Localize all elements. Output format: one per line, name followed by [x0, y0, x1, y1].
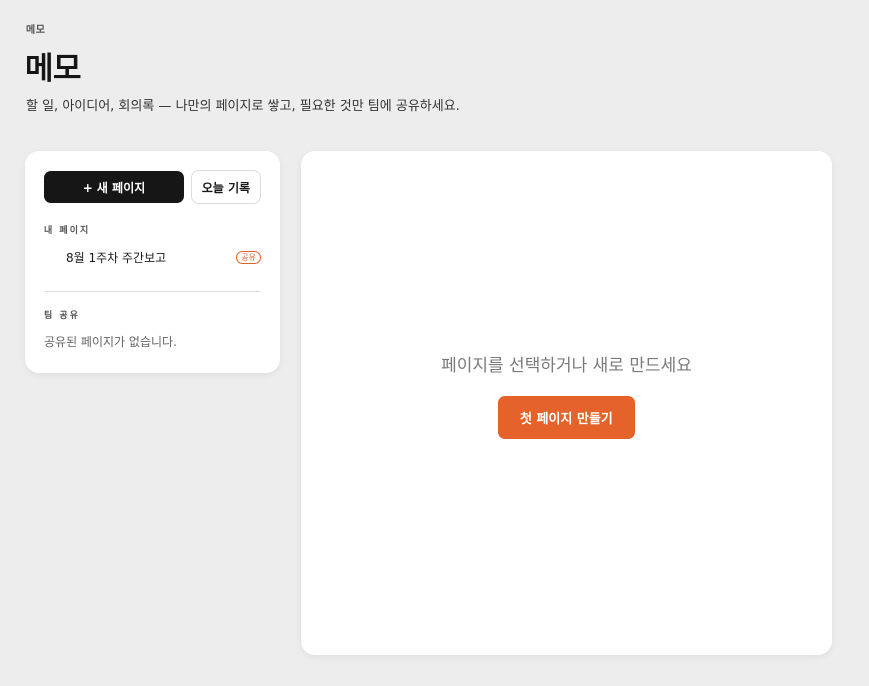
team-shared-heading: 팀 공유	[44, 311, 80, 321]
team-empty-message: 공유된 페이지가 없습니다.	[44, 335, 177, 349]
sidebar-panel: + 새 페이지 오늘 기록 내 페이지 8월 1주차 주간보고 공유 팀 공유 …	[25, 151, 280, 373]
shared-badge: 공유	[236, 250, 261, 264]
empty-state-message: 페이지를 선택하거나 새로 만드세요	[441, 356, 692, 376]
memo-page: 메모 메모 할 일, 아이디어, 회의록 — 나만의 페이지로 쌓고, 필요한 …	[0, 0, 869, 686]
today-log-button[interactable]: 오늘 기록	[191, 170, 261, 204]
new-page-button[interactable]: + 새 페이지	[44, 171, 184, 203]
sidebar-divider	[44, 291, 261, 292]
my-pages-heading: 내 페이지	[44, 226, 91, 236]
page-subtitle: 할 일, 아이디어, 회의록 — 나만의 페이지로 쌓고, 필요한 것만 팀에 …	[26, 99, 460, 114]
page-item-title: 8월 1주차 주간보고	[66, 250, 167, 265]
page-list-item[interactable]: 8월 1주차 주간보고 공유	[44, 246, 261, 268]
page-title: 메모	[25, 51, 82, 87]
create-first-page-button[interactable]: 첫 페이지 만들기	[498, 396, 635, 439]
editor-panel: 페이지를 선택하거나 새로 만드세요 첫 페이지 만들기	[301, 151, 832, 655]
breadcrumb: 메모	[26, 25, 46, 36]
